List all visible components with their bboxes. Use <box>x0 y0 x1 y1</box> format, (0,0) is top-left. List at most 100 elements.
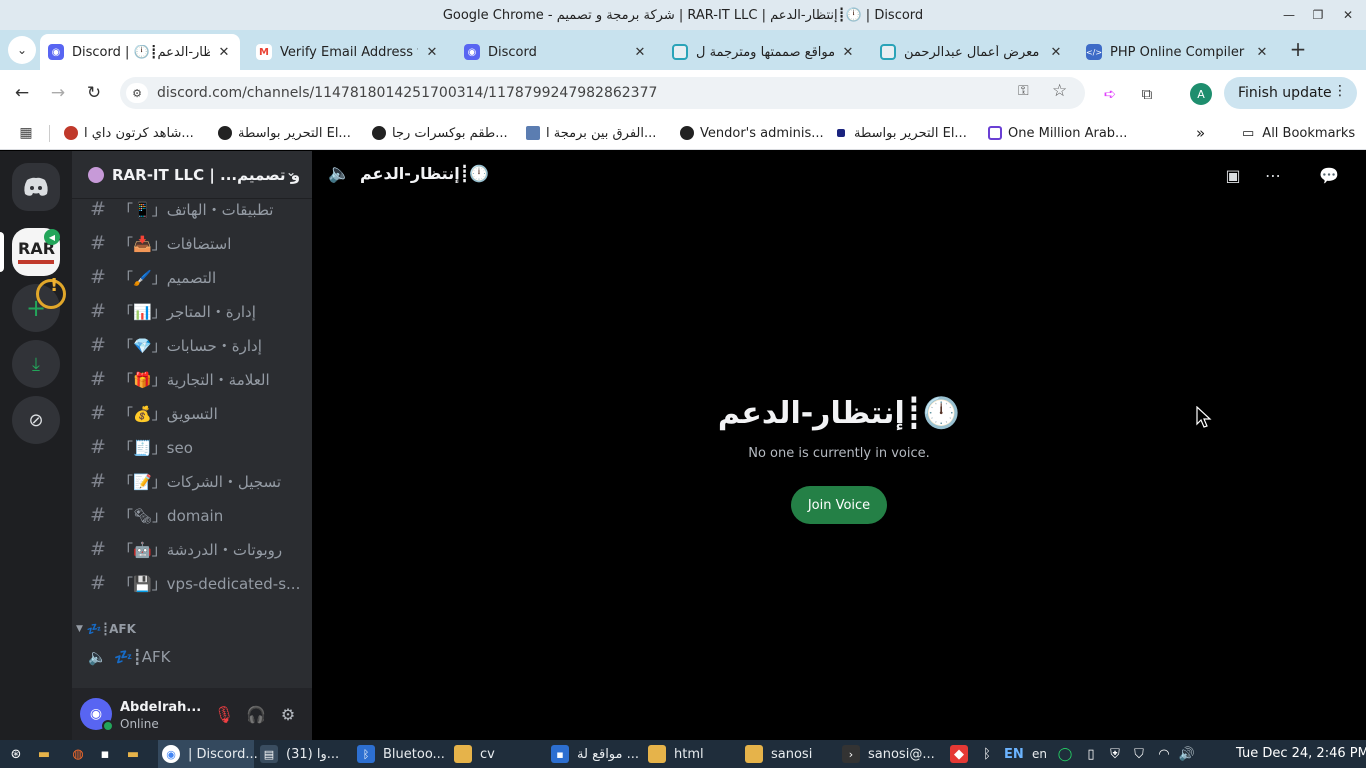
files-icon[interactable]: ▬ <box>35 745 53 763</box>
keyboard-layout-en-small[interactable]: en <box>1032 744 1047 764</box>
keyboard-layout-en[interactable]: EN <box>1004 744 1024 764</box>
close-tab-icon[interactable]: ✕ <box>424 45 440 60</box>
bookmark-item[interactable]: Vendor's adminis... <box>680 124 824 142</box>
tab-discord[interactable]: ◉ Discord ✕ <box>456 34 656 70</box>
address-bar[interactable]: ⚙ discord.com/channels/11478180142517003… <box>120 77 1085 109</box>
task-sites[interactable]: ▪ مواقع لة ... <box>551 744 639 764</box>
new-tab-icon[interactable]: + <box>1286 38 1310 62</box>
more-bookmarks-icon[interactable]: » <box>1196 124 1205 142</box>
maximize-icon[interactable]: ❐ <box>1303 0 1333 30</box>
bookmark-item[interactable]: التحرير بواسطة El... <box>834 124 967 142</box>
start-menu-icon[interactable]: ⊛ <box>7 745 25 763</box>
minimize-icon[interactable]: — <box>1274 0 1304 30</box>
close-tab-icon[interactable]: ✕ <box>1254 45 1270 60</box>
bookmark-item[interactable]: التحرير بواسطة El... <box>218 124 351 142</box>
all-bookmarks[interactable]: ▭ All Bookmarks <box>1242 124 1355 142</box>
tab-gmail[interactable]: M Verify Email Address fo ✕ <box>248 34 448 70</box>
bookmark-label: طقم بوكسرات رجا... <box>392 125 508 141</box>
bookmark-item[interactable]: طقم بوكسرات رجا... <box>372 124 508 142</box>
apps-grid-icon[interactable]: ▦ <box>18 125 34 141</box>
task-html-folder[interactable]: html <box>648 744 704 764</box>
system-clock[interactable]: Tue Dec 24, 2:46 PM <box>1236 746 1366 761</box>
reload-icon[interactable]: ↻ <box>81 80 107 106</box>
volume-icon[interactable]: 🔊 <box>1178 745 1196 763</box>
folder-icon[interactable]: ▬ <box>124 745 142 763</box>
close-tab-icon[interactable]: ✕ <box>840 45 856 60</box>
site-info-icon[interactable]: ⚙ <box>126 83 148 103</box>
guild-header[interactable]: RAR-IT LLC | ...و تصميم ⌄ <box>72 151 312 199</box>
voice-channel-afk[interactable]: 🔈 💤┋AFK <box>80 641 304 673</box>
inbox-icon[interactable]: ▣ <box>1221 163 1245 187</box>
extensions-puzzle-icon[interactable]: ⧉ <box>1135 82 1159 106</box>
channel-item[interactable]: # 「💰」التسويق <box>80 397 304 429</box>
tab-php-compiler[interactable]: </> PHP Online Compiler ✕ <box>1078 34 1278 70</box>
close-tab-icon[interactable]: ✕ <box>632 45 648 60</box>
bookmark-item[interactable]: الفرق بين برمجة ا... <box>526 124 656 142</box>
channel-item[interactable]: # 「🖌️」التصميم <box>80 261 304 293</box>
task-bluetooth[interactable]: ᛒ Bluetoo... <box>357 744 445 764</box>
channel-item[interactable]: # 「📝」تسجيل・الشركات <box>80 465 304 497</box>
channel-item[interactable]: # 「🤖」روبوتات・الدردشة <box>80 533 304 565</box>
profile-avatar[interactable]: A <box>1190 83 1212 105</box>
channel-item[interactable]: # 「📊」إدارة・المتاجر <box>80 295 304 327</box>
task-discord[interactable]: ◉ | Discord... <box>162 744 258 764</box>
category-afk[interactable]: ▼ 💤┋AFK <box>76 620 136 638</box>
password-key-icon[interactable]: ⚿ <box>1018 83 1029 99</box>
voice-channel-label: 💤┋AFK <box>114 648 171 666</box>
channel-item[interactable]: # 「🧾」seo <box>80 431 304 463</box>
tab-search-icon[interactable]: ⌄ <box>8 36 36 64</box>
download-apps-icon[interactable]: ⤓ <box>12 340 60 388</box>
close-window-icon[interactable]: ✕ <box>1333 0 1363 30</box>
more-dots-icon[interactable]: ⋯ <box>1261 163 1285 187</box>
task-whatsapp-window[interactable]: ▤ (31) وا... <box>260 744 339 764</box>
hash-icon: # <box>90 470 106 492</box>
channel-item[interactable]: # 「📥」استضافات <box>80 227 304 259</box>
task-cv-folder[interactable]: cv <box>454 744 495 764</box>
close-tab-icon[interactable]: ✕ <box>1048 45 1064 60</box>
update-manager-icon[interactable]: ⛨ <box>1106 745 1124 763</box>
anydesk-icon[interactable]: ◆ <box>950 745 968 763</box>
clipboard-icon[interactable]: ▯ <box>1082 745 1100 763</box>
discord-home-icon[interactable] <box>12 163 60 211</box>
bookmark-item[interactable]: شاهد كرتون داي ا... <box>64 124 194 142</box>
site-icon <box>880 44 896 60</box>
forward-icon[interactable]: → <box>45 80 71 106</box>
whatsapp-icon[interactable]: ◯ <box>1056 745 1074 763</box>
bookmark-item[interactable]: One Million Arab... <box>988 124 1127 142</box>
channel-item[interactable]: # 「🎁」العلامة・التجارية <box>80 363 304 395</box>
channel-item[interactable]: # 「📱」تطبيقات・الهاتف <box>80 193 304 225</box>
all-bookmarks-label: All Bookmarks <box>1262 125 1356 141</box>
menu-dots-icon[interactable]: ⋮ <box>1333 83 1347 99</box>
wifi-icon[interactable]: ◠ <box>1155 745 1173 763</box>
chat-bubble-icon[interactable]: 💬 <box>1317 163 1341 187</box>
user-name[interactable]: Abdelrah... <box>120 700 201 715</box>
channel-item[interactable]: # 「💾」vps-dedicated-s... <box>80 567 304 599</box>
tab-discord-voice[interactable]: ◉ Discord | 🕛┋إنتظار-الدعم ✕ <box>40 34 240 70</box>
firefox-icon[interactable]: ◍ <box>69 745 87 763</box>
extension-arrow-icon[interactable]: ➪ <box>1098 82 1122 106</box>
gear-icon[interactable]: ⚙ <box>276 702 300 726</box>
task-sanosi-folder[interactable]: sanosi <box>745 744 812 764</box>
bluetooth-tray-icon[interactable]: ᛒ <box>978 745 996 763</box>
bookmark-favicon-icon <box>64 126 78 140</box>
channel-sidebar: RAR-IT LLC | ...و تصميم ⌄ # 「📱」تطبيقات・ال… <box>72 151 312 740</box>
bookmark-label: التحرير بواسطة El... <box>238 125 351 141</box>
hash-icon: # <box>90 232 106 254</box>
finish-update-label: Finish update <box>1238 85 1332 101</box>
back-icon[interactable]: ← <box>9 80 35 106</box>
channel-item[interactable]: # 「🗞」domain <box>80 499 304 531</box>
mute-mic-icon[interactable]: 🎙 <box>212 702 236 726</box>
task-terminal[interactable]: › sanosi@... <box>842 744 935 764</box>
close-tab-icon[interactable]: ✕ <box>216 45 232 60</box>
join-voice-button[interactable]: Join Voice <box>791 486 887 524</box>
tab-portfolio[interactable]: معرض أعمال عبدالرحمن ✕ <box>872 34 1072 70</box>
shield-icon[interactable]: ⛉ <box>1130 745 1148 763</box>
bookmark-label: One Million Arab... <box>1008 125 1128 141</box>
channel-item[interactable]: # 「💎」إدارة・حسابات <box>80 329 304 361</box>
tab-sites[interactable]: مواقع صممتها ومترجمة ل ✕ <box>664 34 864 70</box>
headphones-icon[interactable]: 🎧 <box>244 702 268 726</box>
finish-update-button[interactable]: Finish update ⋮ <box>1224 77 1357 109</box>
discover-compass-icon[interactable]: ⊘ <box>12 396 60 444</box>
terminal-icon[interactable]: ▪ <box>96 745 114 763</box>
bookmark-star-icon[interactable]: ☆ <box>1052 81 1067 101</box>
